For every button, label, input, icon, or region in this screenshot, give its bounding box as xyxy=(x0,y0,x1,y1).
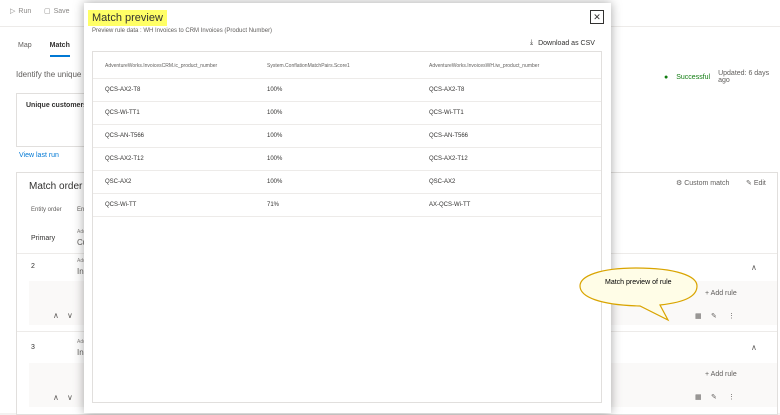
callout-bubble xyxy=(579,267,698,322)
callout-text: Match preview of rule xyxy=(605,279,672,286)
callout-annotation xyxy=(579,267,698,322)
